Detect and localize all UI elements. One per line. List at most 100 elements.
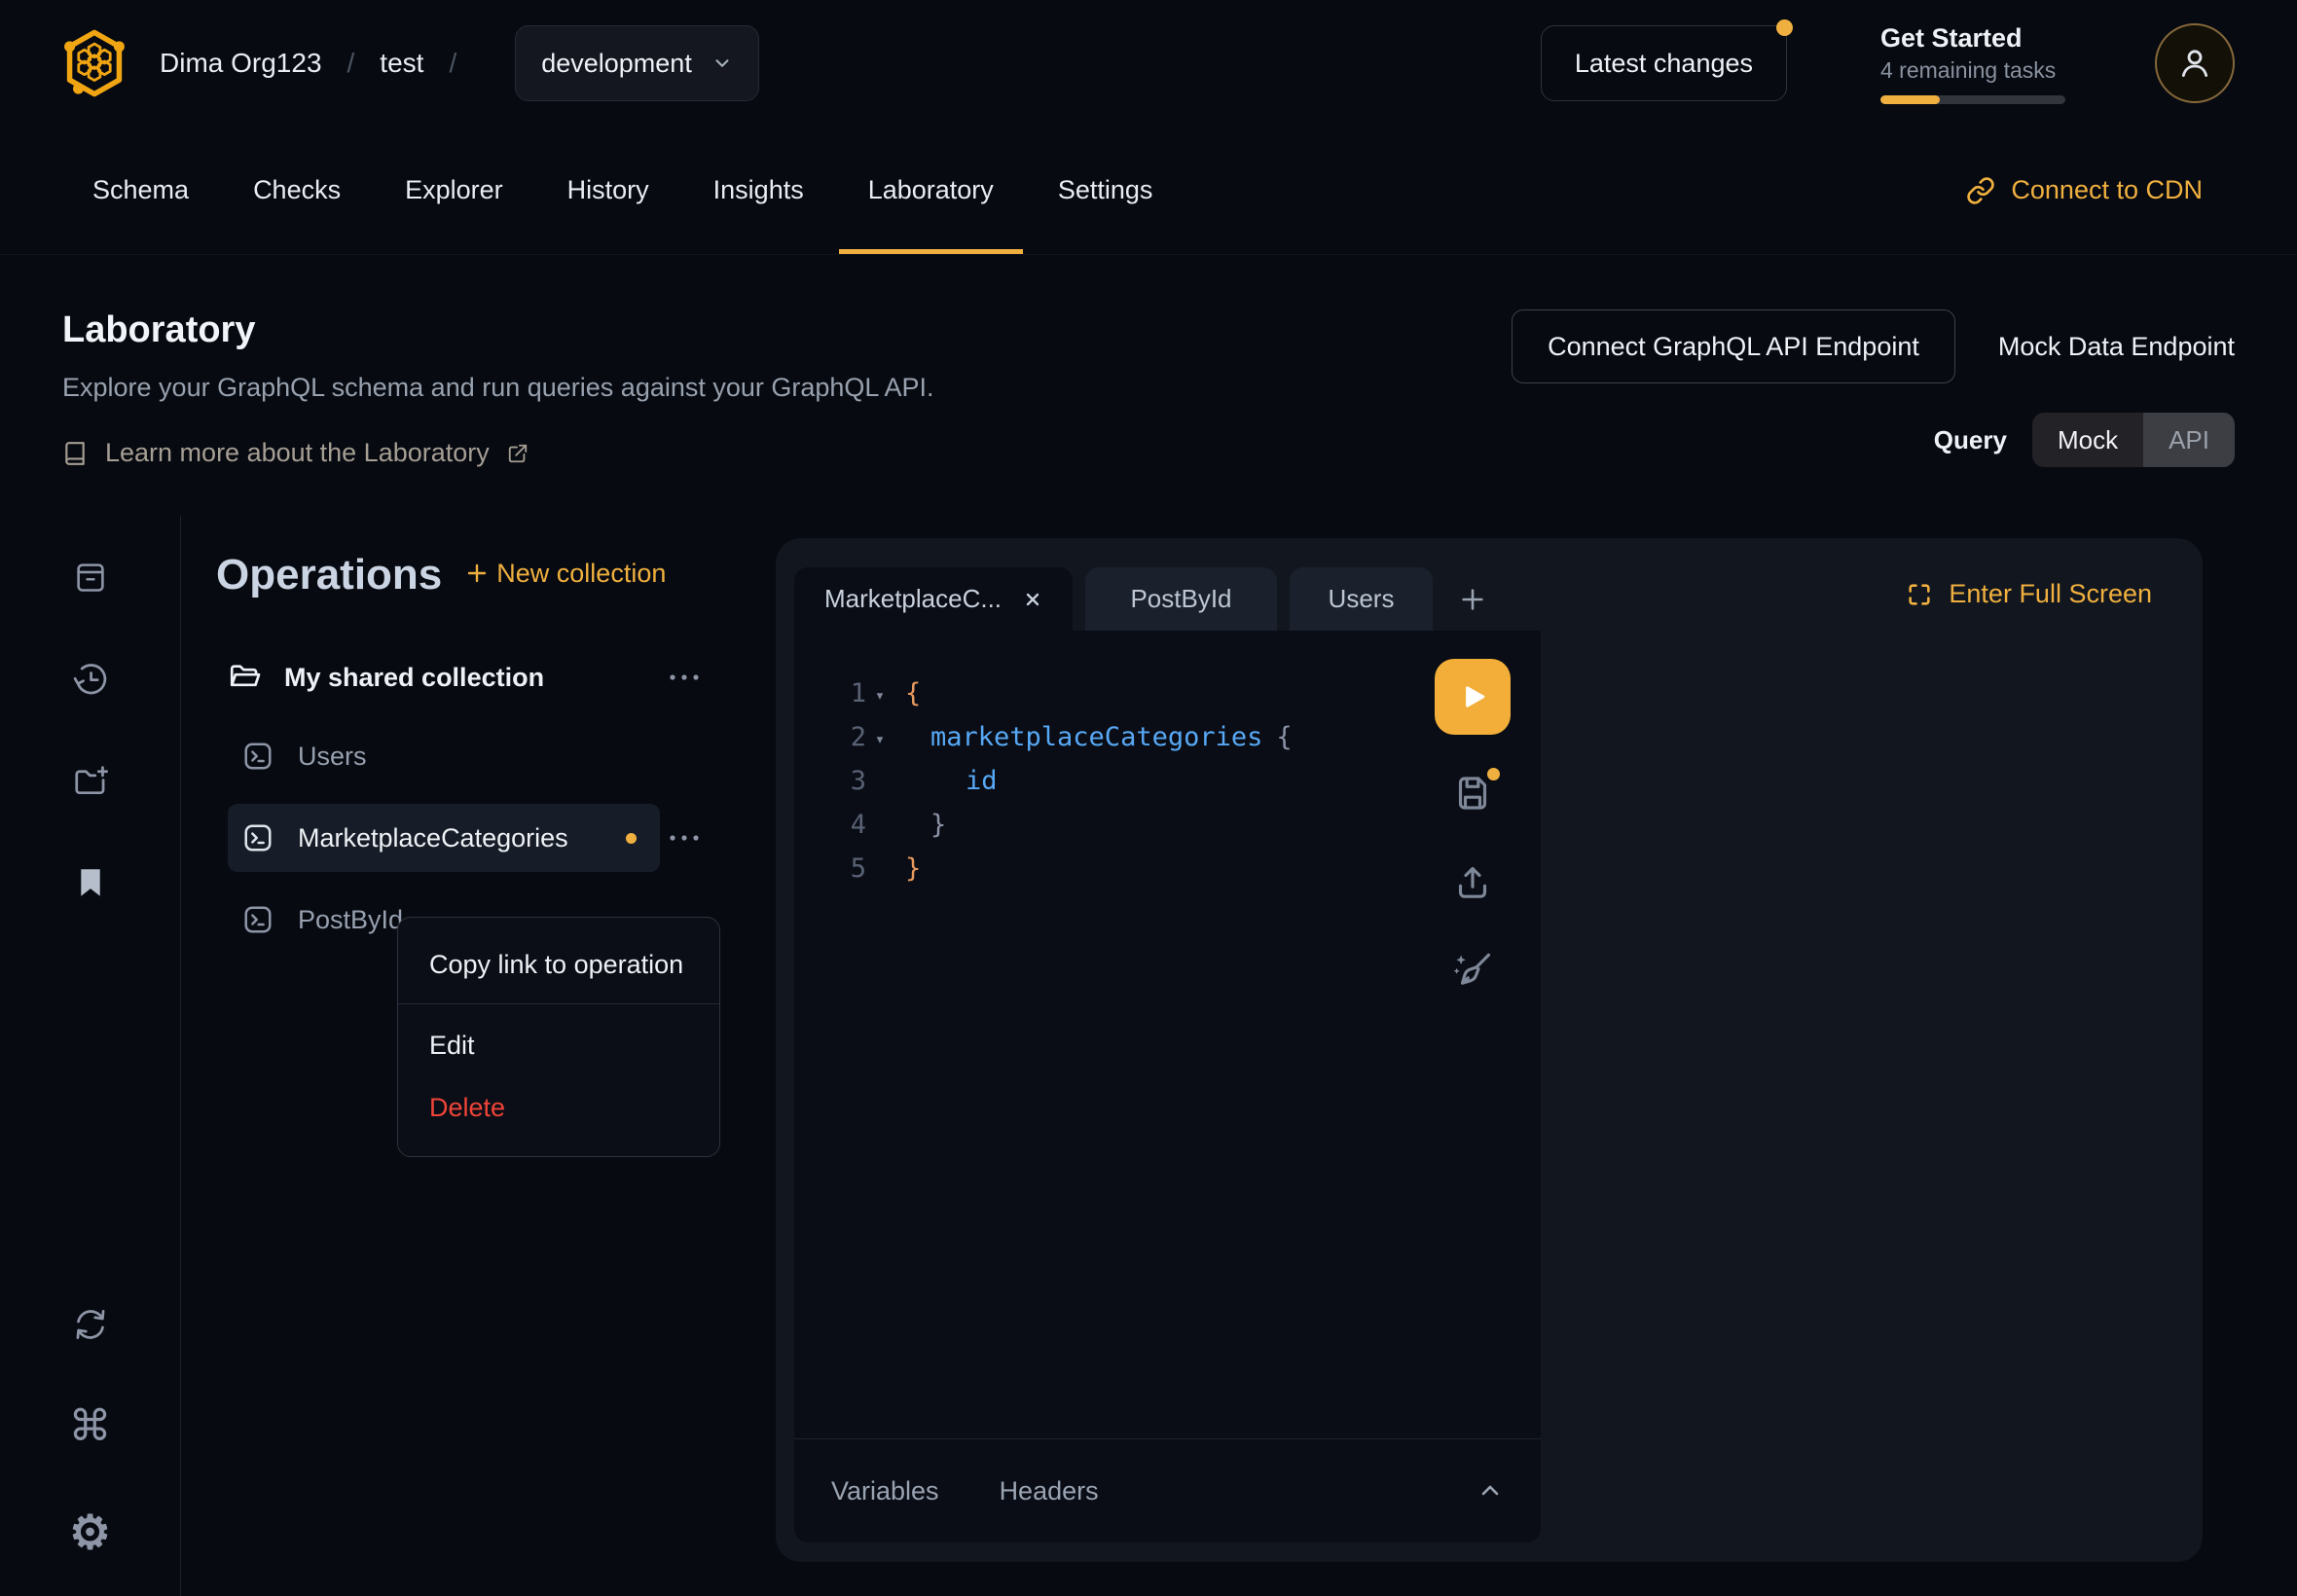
environment-selector-value: development xyxy=(541,49,692,79)
operation-row-wrap: MarketplaceCategories xyxy=(181,804,746,872)
fold-arrow-icon[interactable]: ▾ xyxy=(866,726,893,749)
breadcrumb-project[interactable]: test xyxy=(380,48,423,79)
primary-nav: Schema Checks Explorer History Insights … xyxy=(0,127,2297,255)
code-token: marketplaceCategories xyxy=(930,722,1262,752)
plus-icon xyxy=(465,562,489,585)
laboratory-main: ⌘ ⚙ Operations New collection My shared … xyxy=(0,516,2297,1596)
collapse-chevron-icon[interactable] xyxy=(1477,1477,1504,1505)
breadcrumb-separator: / xyxy=(449,48,456,79)
share-operation-button[interactable] xyxy=(1453,863,1492,902)
hive-logo-icon[interactable] xyxy=(62,28,127,98)
operation-context-menu: Copy link to operation Edit Delete xyxy=(397,917,720,1157)
fold-spacer xyxy=(866,780,893,783)
collection-more-options-icon[interactable] xyxy=(668,672,701,682)
unsaved-notify-dot xyxy=(1487,768,1500,780)
operation-terminal-icon xyxy=(243,905,273,934)
breadcrumb-org[interactable]: Dima Org123 xyxy=(160,48,322,79)
fold-spacer xyxy=(866,867,893,871)
laboratory-header: Laboratory Explore your GraphQL schema a… xyxy=(0,255,2297,468)
notification-dot xyxy=(1776,19,1793,36)
context-menu-edit[interactable]: Edit xyxy=(398,1014,719,1076)
learn-more-link[interactable]: Learn more about the Laboratory xyxy=(62,438,933,468)
editor-tab-label: MarketplaceC... xyxy=(824,584,1002,614)
close-icon[interactable] xyxy=(1023,590,1042,609)
fullscreen-icon xyxy=(1906,581,1933,608)
tool-rail-top xyxy=(0,560,180,898)
fold-arrow-icon[interactable]: ▾ xyxy=(866,682,893,706)
code-token: } xyxy=(930,810,946,840)
headers-tab[interactable]: Headers xyxy=(1000,1476,1099,1506)
new-collection-button[interactable]: New collection xyxy=(465,559,666,589)
operations-panel: Operations New collection My shared coll… xyxy=(181,516,746,967)
operation-item-users[interactable]: Users xyxy=(228,722,701,790)
refresh-icon[interactable] xyxy=(72,1306,109,1343)
connect-to-cdn-link[interactable]: Connect to CDN xyxy=(1966,127,2297,254)
add-tab-icon[interactable] xyxy=(1459,586,1486,613)
endpoint-actions-row: Connect GraphQL API Endpoint Mock Data E… xyxy=(1512,309,2235,383)
variables-tab[interactable]: Variables xyxy=(831,1476,939,1506)
nav-tab-checks[interactable]: Checks xyxy=(224,127,370,254)
editor-tab-marketplacecategories[interactable]: MarketplaceC... xyxy=(794,567,1073,631)
bookmark-icon[interactable] xyxy=(76,867,105,898)
get-started-progress-fill xyxy=(1880,95,1940,104)
external-link-icon xyxy=(507,443,529,464)
line-number: 2 xyxy=(831,722,866,752)
user-avatar[interactable] xyxy=(2155,23,2235,103)
play-icon xyxy=(1456,680,1489,713)
get-started-title: Get Started xyxy=(1880,23,2065,54)
broom-sparkles-icon xyxy=(1451,949,1494,992)
connect-graphql-endpoint-button[interactable]: Connect GraphQL API Endpoint xyxy=(1512,309,1955,383)
chevron-down-icon xyxy=(711,53,733,74)
editor-tab-bar: MarketplaceC... PostById Users xyxy=(794,567,1486,631)
archive-box-icon[interactable] xyxy=(73,560,108,595)
laboratory-header-right: Connect GraphQL API Endpoint Mock Data E… xyxy=(1512,309,2235,468)
operation-item-marketplacecategories[interactable]: MarketplaceCategories xyxy=(228,804,660,872)
nav-tab-schema[interactable]: Schema xyxy=(63,127,218,254)
collection-header[interactable]: My shared collection xyxy=(181,650,746,705)
operation-terminal-icon xyxy=(243,823,273,852)
enter-fullscreen-label: Enter Full Screen xyxy=(1949,579,2152,609)
prettify-button[interactable] xyxy=(1451,949,1494,992)
settings-gear-icon[interactable]: ⚙ xyxy=(69,1510,111,1557)
history-icon[interactable] xyxy=(72,661,109,698)
code-token: { xyxy=(905,678,921,708)
folder-plus-icon[interactable] xyxy=(72,764,109,801)
query-editor[interactable]: 1 ▾ { 2 ▾ marketplaceCategories{ 3 id 4 xyxy=(794,631,1541,1542)
operation-more-options-icon[interactable] xyxy=(668,833,701,843)
operation-terminal-icon xyxy=(243,742,273,771)
operation-label: MarketplaceCategories xyxy=(298,823,568,853)
learn-more-label: Learn more about the Laboratory xyxy=(105,438,490,468)
page-description: Explore your GraphQL schema and run quer… xyxy=(62,373,933,403)
editor-tab-postbyid[interactable]: PostById xyxy=(1085,567,1277,631)
nav-tab-settings[interactable]: Settings xyxy=(1029,127,1183,254)
save-operation-button[interactable] xyxy=(1453,774,1492,813)
latest-changes-button[interactable]: Latest changes xyxy=(1541,25,1787,101)
mock-data-endpoint-link[interactable]: Mock Data Endpoint xyxy=(1998,332,2235,362)
nav-tab-explorer[interactable]: Explorer xyxy=(376,127,532,254)
toggle-option-api[interactable]: API xyxy=(2143,413,2235,467)
tool-rail: ⌘ ⚙ xyxy=(0,516,181,1596)
enter-fullscreen-button[interactable]: Enter Full Screen xyxy=(1906,579,2152,609)
nav-tab-laboratory[interactable]: Laboratory xyxy=(839,127,1023,254)
operation-label: Users xyxy=(298,742,367,772)
nav-tab-insights[interactable]: Insights xyxy=(684,127,833,254)
save-icon xyxy=(1453,774,1492,813)
toggle-option-mock[interactable]: Mock xyxy=(2032,413,2143,467)
editor-tab-users[interactable]: Users xyxy=(1290,567,1433,631)
link-icon xyxy=(1966,176,1995,205)
collection-name: My shared collection xyxy=(284,663,644,693)
fold-spacer xyxy=(866,823,893,827)
nav-tab-history[interactable]: History xyxy=(538,127,678,254)
editor-tab-label: Users xyxy=(1329,584,1395,614)
line-number: 3 xyxy=(831,766,866,796)
command-icon[interactable]: ⌘ xyxy=(69,1405,112,1448)
environment-selector[interactable]: development xyxy=(515,25,759,101)
context-menu-delete[interactable]: Delete xyxy=(398,1076,719,1139)
context-menu-copy-link[interactable]: Copy link to operation xyxy=(398,933,719,996)
operation-row-wrap: Users xyxy=(181,722,746,790)
get-started-widget[interactable]: Get Started 4 remaining tasks xyxy=(1880,23,2065,104)
query-toggle-label: Query xyxy=(1934,425,2007,455)
code-token: } xyxy=(905,853,921,884)
run-query-button[interactable] xyxy=(1435,659,1511,735)
code-area[interactable]: 1 ▾ { 2 ▾ marketplaceCategories{ 3 id 4 xyxy=(794,631,1541,890)
